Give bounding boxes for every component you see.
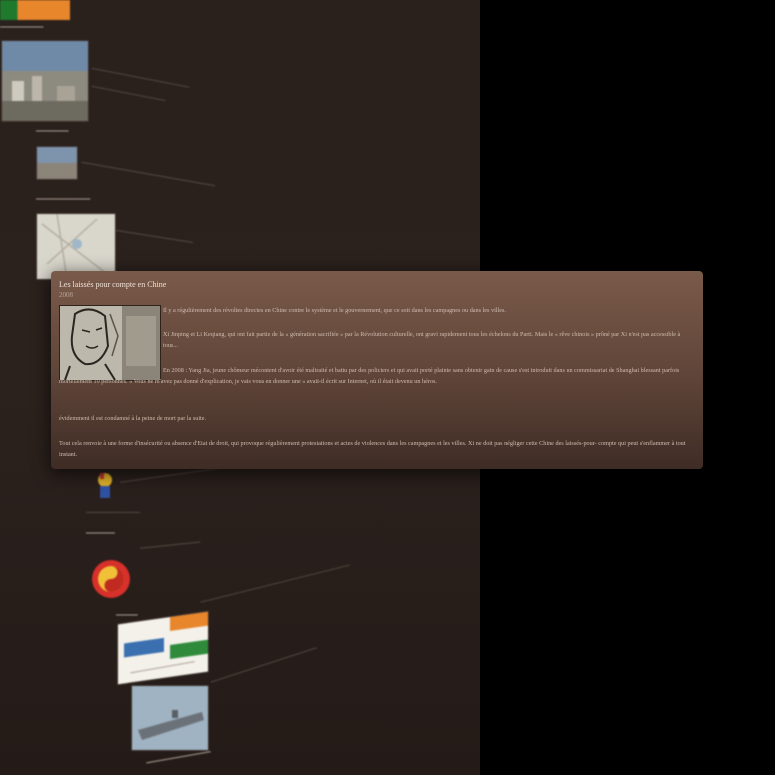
entry-text: ━━━━━━━━━━━━━━━━━━━━━━━━━━━━━━━━━━━━━━━━… — [80, 160, 216, 190]
timeline-entry: ━━━━━━━━━━━━━━━━━━━━━━━━━ — [90, 84, 166, 106]
timeline-entry: ━━━━━━━━━━━━━━━━━━━━━━━━━━━━━━━━━━━━━ — [210, 646, 318, 688]
thumbnail-city-photo — [1, 40, 89, 122]
popup-paragraph: évidemment il est condamné à la peine de… — [59, 415, 207, 422]
popup-paragraph: Xi Jinping et Li Keqiang, qui ont fait p… — [163, 331, 681, 349]
thumbnail-map — [36, 213, 116, 280]
timeline-entry: ━━━━━━━━━━━━━━━━━━━━━━━━━━━━━━━━━━━━━━━━… — [81, 160, 216, 191]
entry-text: ━━━━━━━━━━━━━━━━━━━━━━━━━ — [90, 84, 166, 105]
timeline-entry: ━━━━━━━━━━━━━━━━━━ — [146, 749, 211, 768]
timeline-entry: ━━━━━━━━━━━━ — [0, 24, 43, 32]
timeline-entry: ━━━━━━━━━━━━━━━━━━━━━━━━━━━━━━━━━━━━━━━━… — [200, 563, 351, 608]
entry-title: ━━━━━━━━ — [86, 531, 115, 537]
thumbnail-aircraft-carrier — [131, 685, 209, 751]
timeline-entry: ━━━━━━━━━━━━━━━ — [36, 196, 90, 204]
entry-text: ━━━━━━━━━━━━━━━━━━━━━━━━━━ — [115, 228, 194, 247]
entry-title: ━━━━━━━━━━━━ — [0, 25, 44, 31]
entry-text: ━━━━━━━━━━━━━━━━━━ — [86, 511, 141, 516]
timeline-viewport: ━━━━━━━━━━━━ ━━━━━━━━━━━━━━━━━━━━━━━━━━━… — [0, 0, 775, 775]
popup-paragraph: Tout cela renvoie à une forme d'insécuri… — [59, 440, 686, 458]
popup-paragraph: Il y a régulièrement des révoltes direct… — [163, 307, 506, 314]
timeline-entry: ━━━━━━━━━━━━━━━━━━ — [86, 510, 140, 518]
thumbnail-street-photo — [36, 146, 78, 180]
timeline-entry: ━━━━━━━━━━━━━━━━━━━━━━━━━━ — [115, 228, 194, 248]
thumbnail-emblem — [98, 473, 112, 498]
popup-paragraph: En 2008 : Yang Jia, jeune chômeur mécont… — [59, 367, 680, 385]
popup-title: Les laissés pour compte en Chine — [59, 280, 167, 289]
popup-year: 2008 — [59, 291, 73, 299]
entry-text: ━━━━━━━━━━━━━━━━━━━━━━━━━━━━━━━━━━━━━ — [210, 646, 318, 686]
timeline-entry: ━━━━━━ — [116, 612, 138, 620]
entry-title: ━━━━━━━━━━━━━━━━━━ — [146, 749, 212, 767]
entry-text: ━━━━━━━━━━━━━━━━━━━━━━━━━━━━━━━━━━━━━━━━… — [200, 563, 351, 606]
thumbnail-yin-yang — [92, 560, 130, 598]
entry-title: ━━━━━━━━━━━━━━━ — [36, 197, 91, 203]
entry-text: ━━━━━━━━━━━━━━━━━━━━ — [140, 540, 201, 552]
timeline-entry: ━━━━━━━━━ — [36, 128, 69, 136]
entry-title: ━━━━━━━━━ — [36, 129, 69, 135]
timeline-entry: ━━━━━━━━ — [86, 530, 115, 538]
timeline-entry: ━━━━━━━━━━━━━━━━━━━━ — [140, 540, 201, 554]
entry-title: ━━━━━━ — [116, 613, 138, 619]
event-detail-popup[interactable]: Les laissés pour compte en Chine 2008 Il… — [51, 271, 703, 469]
logo-tile — [0, 0, 70, 20]
